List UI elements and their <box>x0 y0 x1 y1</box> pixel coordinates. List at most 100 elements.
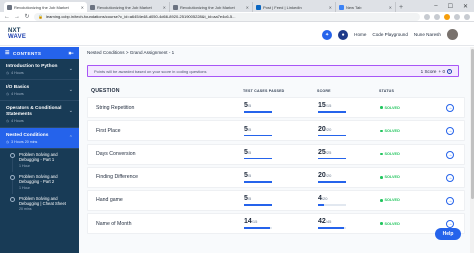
table-row[interactable]: Finding Difference 5/5 20/20 SOLVED → <box>87 166 465 188</box>
score-total: /25 <box>325 149 332 155</box>
test-cases-progress-bar <box>244 111 272 113</box>
menu-dots-icon[interactable] <box>464 13 470 20</box>
user-name[interactable]: Nune Naresh <box>414 32 441 37</box>
status-cell: SOLVED <box>380 175 450 179</box>
question-name[interactable]: Finding Difference <box>96 174 244 180</box>
scrollbar-thumb[interactable] <box>470 49 474 199</box>
sidebar-item-io-basics[interactable]: I/O Basics ◷ 4 Hours ⌄ <box>0 80 79 101</box>
close-icon[interactable]: ✕ <box>246 5 249 10</box>
progress-fill <box>318 111 346 113</box>
sidebar-subitem-meta: 1 Hour <box>19 185 30 190</box>
sidebar-item-title: Nested Conditions <box>6 133 49 138</box>
sidebar-item-nested-conditions[interactable]: Nested Conditions ◷ 3 Hours 20 mins ⌃ <box>0 128 79 149</box>
reload-icon[interactable]: ↻ <box>24 13 30 20</box>
close-window-icon[interactable]: ✕ <box>463 3 468 10</box>
profile-icon[interactable] <box>454 13 460 20</box>
extensions <box>424 13 470 20</box>
status-cell: SOLVED <box>380 222 450 226</box>
question-name[interactable]: First Place <box>96 128 244 134</box>
scrollbar[interactable] <box>470 47 474 253</box>
score-points: + 0 <box>438 68 445 74</box>
maximize-icon[interactable]: ☐ <box>448 3 453 10</box>
status-text: SOLVED <box>384 198 400 203</box>
progress-fill <box>318 134 346 137</box>
extension-icon[interactable] <box>444 13 450 20</box>
score-cell: 4/20 <box>318 195 380 206</box>
clock-icon: ◷ <box>6 92 10 96</box>
table-row[interactable]: Hand game 5/5 4/20 SOLVED → <box>87 189 465 211</box>
table-row[interactable]: Name of Month 14/15 42/45 SOLVED → <box>87 213 465 235</box>
test-cases-passed: 14 <box>244 218 252 226</box>
menu-icon[interactable]: ☰ <box>5 50 10 56</box>
test-cases-progress-bar <box>244 157 272 160</box>
test-cases-progress-bar <box>244 227 272 229</box>
breadcrumb: Nested Conditions > Grand Assignment - 1 <box>87 50 175 55</box>
sidebar-subitem-title: Problem Solving and Debugging | Cheat Sh… <box>19 195 66 207</box>
test-cases-total: /5 <box>247 173 252 178</box>
share-icon[interactable] <box>424 13 430 20</box>
score-progress-bar <box>318 134 346 137</box>
table-row[interactable]: First Place 5/5 20/20 SOLVED → <box>87 120 465 142</box>
browser-tab[interactable]: Revolutionizing the Job Market ✕ <box>87 2 170 12</box>
sidebar-item-operators[interactable]: Operators & Conditional Statements ◷ 4 Ho… <box>0 101 79 128</box>
score-total: /15 <box>325 103 332 109</box>
new-tab-button[interactable]: + <box>396 2 406 12</box>
arrow-right-icon[interactable]: → <box>446 220 454 229</box>
status-badge: SOLVED <box>380 222 450 226</box>
browser-tab[interactable]: New Tab ✕ <box>336 2 396 12</box>
arrow-right-icon[interactable]: → <box>446 196 454 205</box>
clock-icon: ◷ <box>6 119 10 123</box>
table-row[interactable]: String Repetition 5/5 15/15 SOLVED → <box>87 97 465 119</box>
notification-icon[interactable]: ● <box>338 29 349 40</box>
star-icon[interactable] <box>434 13 440 20</box>
sidebar-item-introduction[interactable]: Introduction to Python ◷ 4 Hours ⌄ <box>0 59 79 80</box>
back-icon[interactable]: ← <box>4 14 10 20</box>
sidebar-item-meta: 4 Hours <box>11 92 24 96</box>
question-name[interactable]: String Repetition <box>96 105 244 111</box>
browser-tab[interactable]: Revolutionizing the Job Market ✕ <box>170 2 253 12</box>
test-cases-cell: 14/15 <box>244 218 318 229</box>
arrow-right-icon[interactable]: → <box>446 104 454 113</box>
close-icon[interactable]: ✕ <box>389 5 392 10</box>
chevron-down-icon: ⌄ <box>68 108 73 114</box>
status-badge: SOLVED <box>380 198 450 202</box>
url-field[interactable]: 🔒 learning.ccbp.in/tech-foundations/cour… <box>34 12 420 21</box>
help-button[interactable]: Help <box>435 228 461 240</box>
arrow-right-icon[interactable]: → <box>446 150 454 159</box>
clock-icon: ◷ <box>6 71 10 75</box>
nav-home[interactable]: Home <box>354 32 366 37</box>
arrow-right-icon[interactable]: → <box>446 127 454 136</box>
question-name[interactable]: Hand game <box>96 197 244 203</box>
question-name[interactable]: Name of Month <box>96 221 244 227</box>
status-text: SOLVED <box>384 128 400 133</box>
avatar[interactable] <box>447 29 458 40</box>
table-row[interactable]: Days Conversion 5/5 25/25 SOLVED → <box>87 143 465 165</box>
test-cases-total: /5 <box>247 149 252 155</box>
contents-header: ☰ CONTENTS ⇤ <box>0 47 79 59</box>
close-icon[interactable]: ✕ <box>81 5 84 10</box>
tab-title: New Tab <box>346 4 362 10</box>
streak-icon[interactable]: ✦ <box>322 29 333 40</box>
question-name[interactable]: Days Conversion <box>96 151 244 157</box>
close-icon[interactable]: ✕ <box>163 5 166 10</box>
main-content: Nested Conditions > Grand Assignment - 1… <box>79 47 474 253</box>
browser-tab[interactable]: Revolutionizing the Job Market ✕ <box>4 2 87 12</box>
sidebar-subitem[interactable]: Problem Solving and Debugging - Part 11 … <box>0 149 79 172</box>
browser-tab[interactable]: Post | Feed | LinkedIn ✕ <box>253 2 336 12</box>
status-dot-icon <box>380 129 383 133</box>
info-icon[interactable]: i <box>447 68 452 74</box>
sidebar-subitem[interactable]: Problem Solving and Debugging - Part 21 … <box>0 171 79 194</box>
sidebar-subitem[interactable]: Problem Solving and Debugging | Cheat Sh… <box>0 193 79 215</box>
minimize-icon[interactable]: – <box>434 3 437 9</box>
nxtwave-logo[interactable]: NXT WAVE <box>8 28 26 40</box>
status-dot-icon <box>380 106 383 109</box>
forward-icon[interactable]: → <box>14 14 20 20</box>
arrow-right-icon[interactable]: → <box>446 173 454 182</box>
score-cell: 42/45 <box>318 218 380 229</box>
score-total: /20 <box>325 173 332 178</box>
chevron-down-icon: ⌄ <box>68 66 73 72</box>
collapse-sidebar-icon[interactable]: ⇤ <box>69 50 74 57</box>
score-progress-bar <box>318 111 346 113</box>
close-icon[interactable]: ✕ <box>329 5 332 10</box>
nav-code-playground[interactable]: Code Playground <box>372 32 408 37</box>
